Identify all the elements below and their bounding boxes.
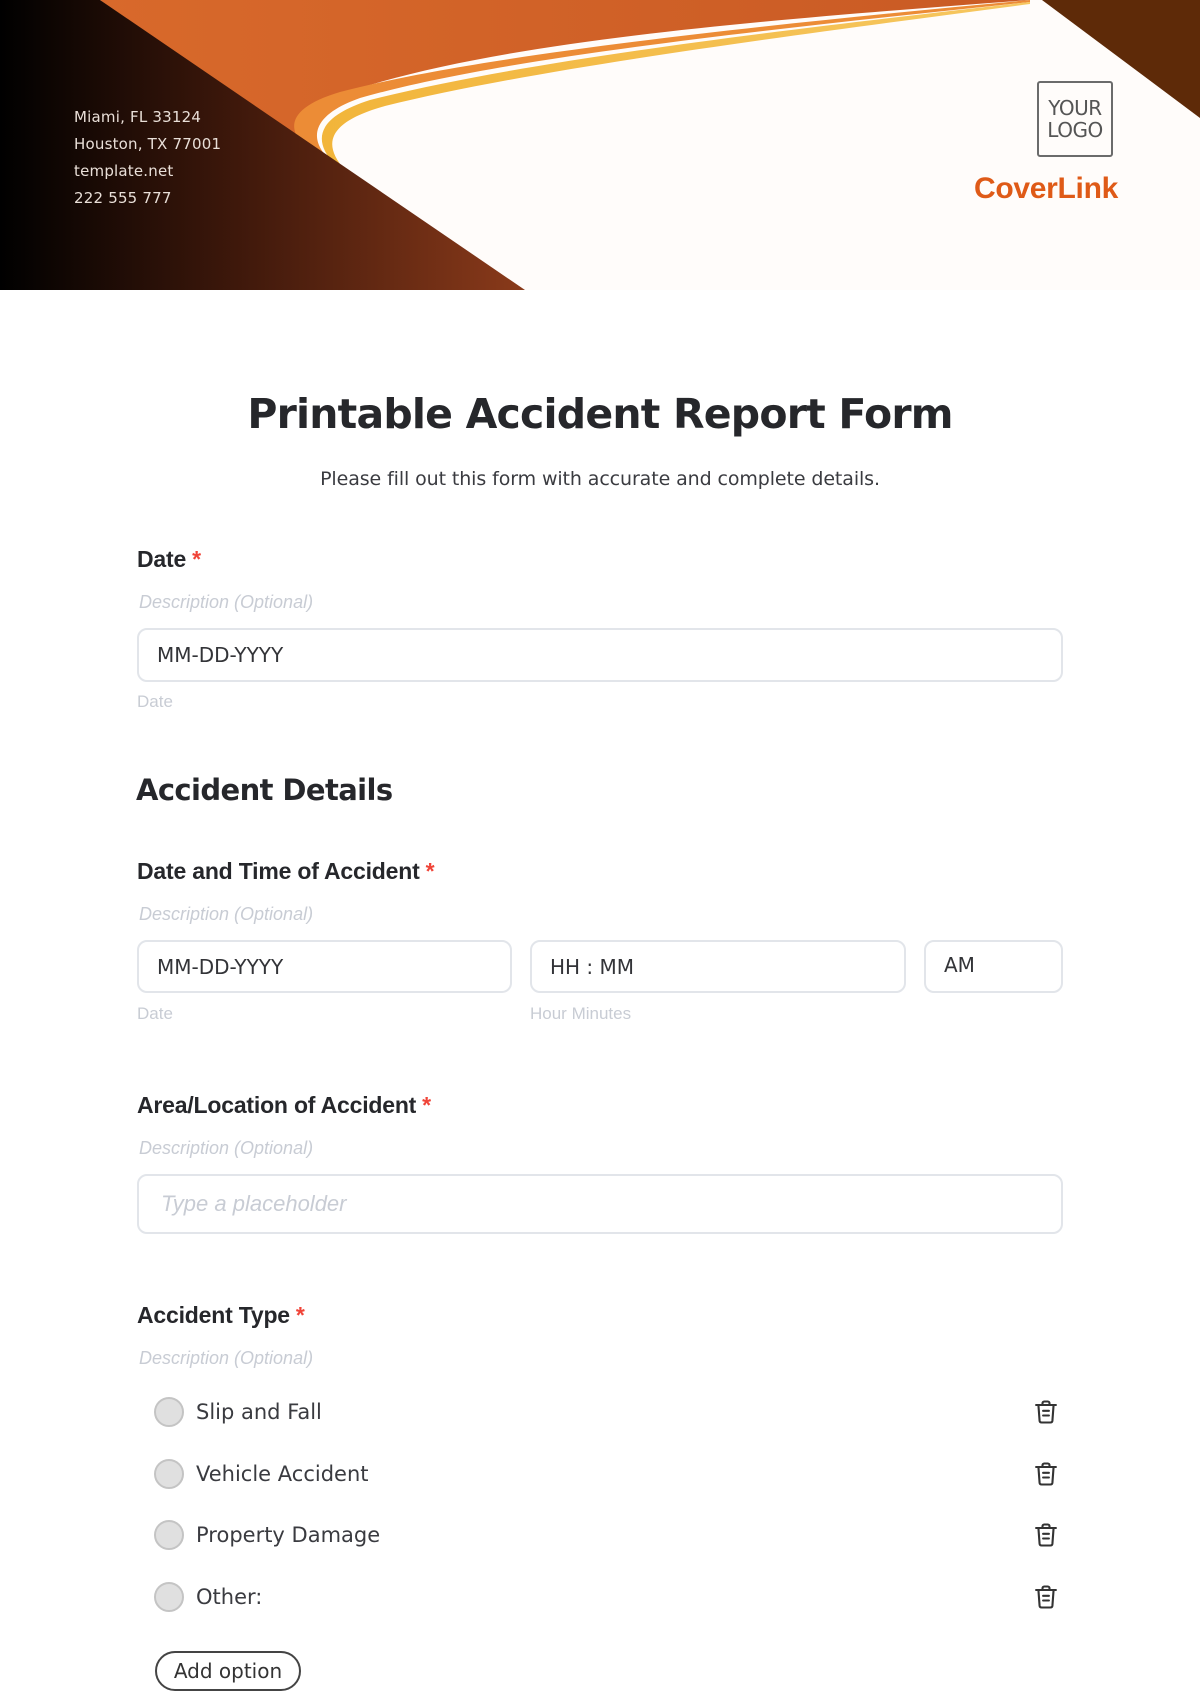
accident-date-value: MM-DD-YYYY (157, 954, 284, 979)
radio-button[interactable] (154, 1520, 184, 1550)
date-description[interactable]: Description (Optional) (139, 592, 313, 613)
accident-time-value: HH : MM (550, 954, 635, 979)
location-placeholder: Type a placeholder (161, 1191, 347, 1216)
form-subtitle: Please fill out this form with accurate … (320, 468, 880, 490)
date-time-description[interactable]: Description (Optional) (139, 904, 313, 925)
contact-phone: 222 555 777 (74, 189, 172, 207)
logo-placeholder: YOUR LOGO (1037, 81, 1113, 157)
accident-date-input[interactable]: MM-DD-YYYY (137, 940, 512, 993)
location-label-text: Area/Location of Accident (137, 1092, 417, 1118)
option-label[interactable]: Vehicle Accident (196, 1462, 369, 1486)
option-vehicle-accident[interactable]: Vehicle Accident (154, 1454, 1060, 1494)
radio-button[interactable] (154, 1397, 184, 1427)
option-property-damage[interactable]: Property Damage (154, 1515, 1060, 1555)
section-title-accident-details: Accident Details (136, 773, 393, 807)
location-input[interactable]: Type a placeholder (137, 1174, 1063, 1234)
contact-info: Miami, FL 33124 Houston, TX 77001 templa… (74, 104, 221, 212)
date-label: Date * (137, 546, 201, 573)
required-asterisk: * (192, 546, 201, 572)
am-pm-value: AM (944, 953, 975, 977)
date-time-label: Date and Time of Accident * (137, 858, 435, 885)
add-option-button[interactable]: Add option (155, 1651, 301, 1691)
letterhead-header: Miami, FL 33124 Houston, TX 77001 templa… (0, 0, 1200, 290)
location-description[interactable]: Description (Optional) (139, 1138, 313, 1159)
date-input[interactable]: MM-DD-YYYY (137, 628, 1063, 682)
radio-button[interactable] (154, 1582, 184, 1612)
accident-time-input[interactable]: HH : MM (530, 940, 906, 993)
am-pm-select[interactable]: AM (924, 940, 1063, 993)
accident-date-helper: Date (137, 1004, 173, 1023)
required-asterisk: * (422, 1092, 431, 1118)
logo-text-line-2: LOGO (1047, 118, 1103, 142)
date-input-value: MM-DD-YYYY (157, 643, 284, 667)
option-label[interactable]: Slip and Fall (196, 1400, 322, 1424)
accident-time-helper: Hour Minutes (530, 1004, 632, 1023)
accident-type-label-text: Accident Type (137, 1302, 290, 1328)
required-asterisk: * (295, 1302, 305, 1328)
required-asterisk: * (425, 858, 435, 884)
contact-address-1: Miami, FL 33124 (74, 108, 202, 126)
option-label[interactable]: Property Damage (196, 1523, 380, 1547)
form-title: Printable Accident Report Form (247, 390, 953, 438)
location-label: Area/Location of Accident * (137, 1092, 431, 1119)
option-label[interactable]: Other: (196, 1585, 262, 1609)
brand-name: CoverLink (973, 172, 1118, 205)
accident-type-description[interactable]: Description (Optional) (139, 1348, 313, 1369)
trash-icon[interactable] (1032, 1460, 1060, 1488)
trash-icon[interactable] (1032, 1398, 1060, 1426)
accident-type-label: Accident Type * (137, 1302, 305, 1329)
contact-website: template.net (74, 162, 174, 180)
trash-icon[interactable] (1032, 1521, 1060, 1549)
option-other[interactable]: Other: (154, 1577, 1060, 1617)
trash-icon[interactable] (1032, 1583, 1060, 1611)
logo-text-line-1: YOUR (1048, 96, 1102, 120)
option-slip-and-fall[interactable]: Slip and Fall (154, 1392, 1060, 1432)
date-label-text: Date (137, 546, 187, 572)
contact-address-2: Houston, TX 77001 (74, 135, 222, 153)
date-time-label-text: Date and Time of Accident (137, 858, 420, 884)
date-helper-text: Date (137, 692, 173, 711)
radio-button[interactable] (154, 1459, 184, 1489)
